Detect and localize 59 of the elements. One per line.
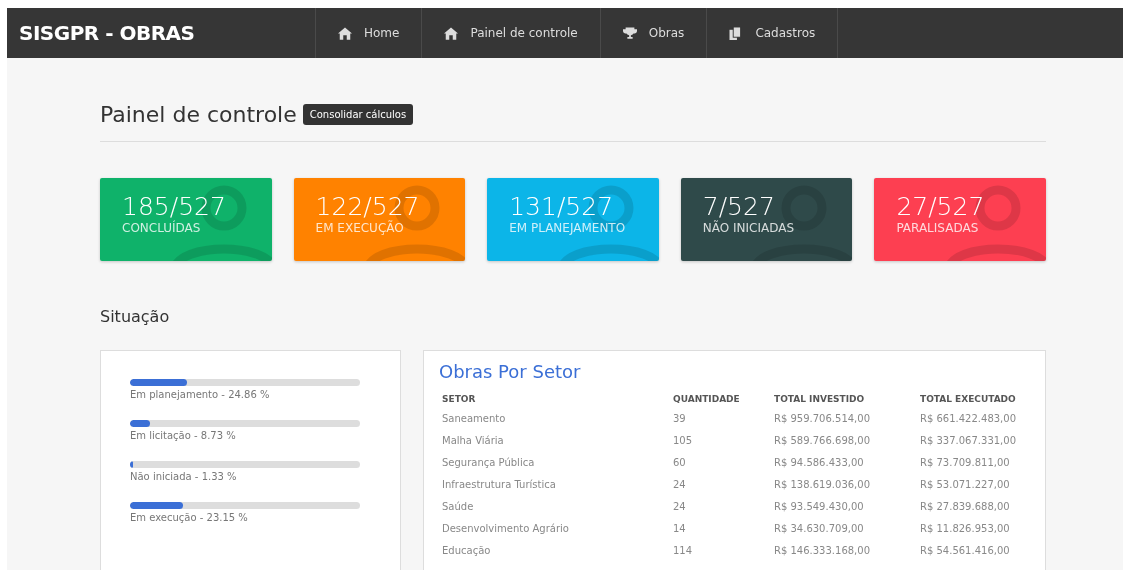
stat-value: 27/527	[896, 192, 986, 221]
table-cell-text: Infraestrutura Turística	[441, 478, 557, 492]
table-cell-text: Malha Viária	[441, 434, 505, 448]
table-cell-text: 39	[672, 412, 687, 426]
table-cell-text: R$ 589.766.698,00	[773, 434, 871, 448]
table-cell-text: Desenvolvimento Agrário	[441, 522, 570, 536]
table-cell-text: 114	[672, 544, 694, 558]
trophy-icon	[622, 26, 637, 40]
column-header: TOTAL INVESTIDO	[773, 393, 866, 406]
home-icon	[338, 26, 352, 40]
table-cell-text: R$ 34.630.709,00	[773, 522, 865, 536]
stat-label: PARALISADAS	[896, 221, 980, 235]
stat-label: EM PLANEJAMENTO	[509, 221, 627, 235]
section-title: Situação	[100, 307, 171, 326]
column-header: SETOR	[441, 393, 477, 406]
app-logo[interactable]: SISGPR - OBRAS	[7, 8, 315, 58]
nav-link[interactable]: Cadastros	[706, 8, 839, 58]
stat-label: NÃO INICIADAS	[702, 221, 796, 235]
table-cell-text: R$ 146.333.168,00	[773, 544, 871, 558]
table-cell-text: R$ 73.709.811,00	[919, 456, 1011, 470]
stat-value: 122/527	[315, 192, 421, 221]
table-cell-text: 24	[672, 500, 687, 514]
table-cell-text: R$ 94.586.433,00	[773, 456, 865, 470]
table-cell-text: R$ 661.422.483,00	[919, 412, 1017, 426]
table-cell-text: R$ 27.839.688,00	[919, 500, 1011, 514]
nav-link[interactable]: Obras	[599, 8, 707, 58]
stat-value: 185/527	[122, 192, 227, 221]
nav-link[interactable]: Home	[315, 8, 422, 58]
table-cell-text: R$ 138.619.036,00	[773, 478, 871, 492]
table-cell-text: Saúde	[441, 500, 475, 514]
table-cell-text: Educação	[441, 544, 492, 558]
progress-label: Em licitação - 8.73 %	[130, 430, 237, 441]
table-cell-text: R$ 54.561.416,00	[919, 544, 1011, 558]
table-cell-text: R$ 11.826.953,00	[919, 522, 1011, 536]
table-cell-text: R$ 53.071.227,00	[919, 478, 1011, 492]
documents-icon	[729, 26, 744, 40]
stat-value: 131/527	[509, 192, 615, 221]
table-cell-text: R$ 93.549.430,00	[773, 500, 865, 514]
column-header: TOTAL EXECUTADO	[919, 393, 1017, 406]
stat-value: 7/527	[702, 192, 776, 221]
column-header: QUANTIDADE	[672, 393, 741, 406]
table-cell-text: 24	[672, 478, 687, 492]
stat-label: EM EXECUÇÃO	[315, 221, 405, 235]
nav-link[interactable]: Painel de controle	[421, 8, 600, 58]
progress-label: Em planejamento - 24.86 %	[130, 389, 271, 400]
progress-label: Não iniciada - 1.33 %	[130, 471, 238, 482]
consolidate-button[interactable]: Consolidar cálculos	[302, 104, 414, 125]
table-cell-text: R$ 959.706.514,00	[773, 412, 871, 426]
stat-label: CONCLUÍDAS	[122, 221, 202, 235]
table-cell-text: 14	[672, 522, 687, 536]
panel-title: Obras Por Setor	[439, 361, 582, 382]
table-cell-text: 105	[672, 434, 694, 448]
progress-label: Em execução - 23.15 %	[130, 512, 249, 523]
table-cell-text: R$ 337.067.331,00	[919, 434, 1017, 448]
table-cell-text: Segurança Pública	[441, 456, 536, 470]
table-cell-text: Saneamento	[441, 412, 507, 426]
page-title: Painel de controle	[100, 102, 297, 127]
home-icon	[444, 26, 459, 40]
table-cell-text: 60	[672, 456, 687, 470]
